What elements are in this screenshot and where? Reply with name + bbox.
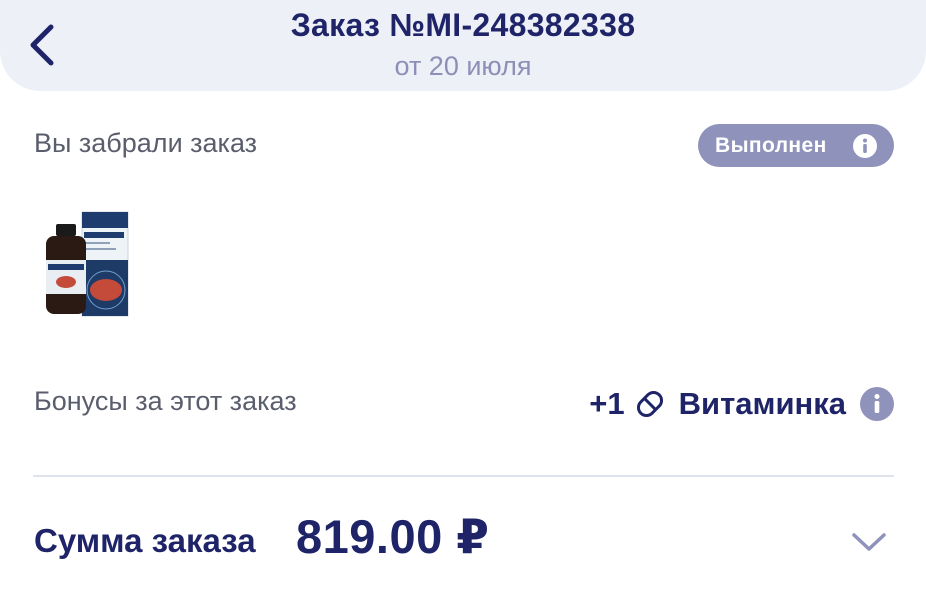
bonus-value: +1 Витаминка (589, 381, 894, 427)
chevron-down-icon (852, 533, 886, 551)
status-badge-label: Выполнен (715, 133, 827, 157)
order-total-label: Сумма заказа (34, 522, 256, 559)
bonus-amount: +1 (589, 386, 625, 421)
bonus-currency: Витаминка (678, 386, 846, 421)
order-title: Заказ №MI-248382338 (290, 7, 636, 43)
order-date: от 20 июля (394, 51, 532, 81)
info-icon (853, 134, 877, 158)
order-header: Заказ №MI-248382338 от 20 июля (0, 0, 926, 91)
order-status-text: Вы забрали заказ (34, 128, 258, 158)
product-image[interactable] (40, 208, 136, 320)
order-details-screen: Заказ №MI-248382338 от 20 июля Вы забрал… (0, 0, 926, 600)
expand-total-button[interactable] (848, 522, 890, 562)
status-badge[interactable]: Выполнен (698, 124, 894, 167)
bonus-label: Бонусы за этот заказ (34, 386, 297, 416)
pill-icon (636, 390, 663, 418)
info-icon[interactable] (860, 387, 894, 421)
order-total-amount: 819.00 ₽ (296, 510, 490, 563)
divider (33, 475, 894, 477)
